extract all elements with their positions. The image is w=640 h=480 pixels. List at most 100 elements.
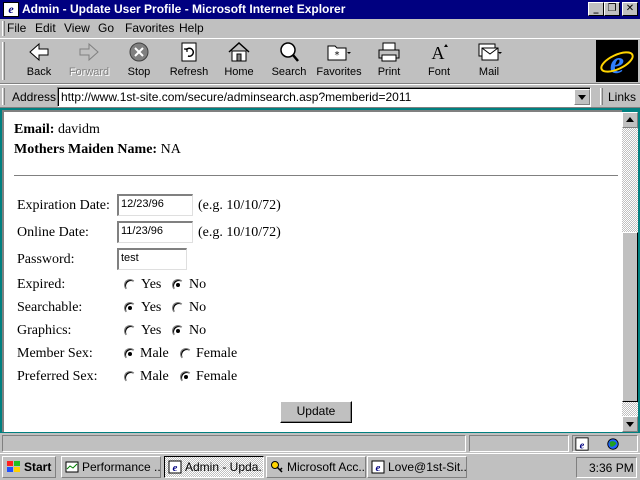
title-bar[interactable]: e Admin - Update User Profile - Microsof… [0, 0, 640, 19]
maiden-name-value: NA [160, 142, 181, 157]
expired-yes-radio[interactable] [124, 279, 136, 291]
close-button[interactable]: ✕ [622, 2, 638, 16]
printer-icon [378, 42, 400, 62]
menubar-grip[interactable] [2, 21, 5, 36]
task-love-label: Love@1st-Sit... [388, 460, 467, 474]
forward-label: Forward [68, 66, 110, 78]
task-performance[interactable]: Performance ... [61, 456, 161, 478]
maiden-line: Mothers Maiden Name: NA [14, 142, 181, 158]
task-admin-update[interactable]: e Admin - Upda... [164, 456, 264, 478]
restore-button[interactable]: ❐ [604, 2, 620, 16]
forward-button[interactable]: Forward [64, 41, 114, 81]
password-label: Password: [17, 252, 75, 267]
graphics-yes-radio[interactable] [124, 325, 136, 337]
preferred-sex-male-label: Male [140, 369, 169, 384]
favorites-label: Favorites [316, 66, 362, 78]
menu-edit[interactable]: Edit [35, 21, 56, 35]
menu-view[interactable]: View [64, 21, 90, 35]
expired-no-label: No [189, 277, 207, 292]
favorites-folder-icon: * [327, 45, 351, 61]
menu-go[interactable]: Go [98, 21, 114, 35]
menu-bar: File Edit View Go Favorites Help [0, 19, 640, 38]
divider [14, 175, 618, 177]
ie-page-icon: e [575, 437, 589, 451]
svg-text:e: e [580, 440, 585, 451]
scroll-thumb[interactable] [622, 232, 638, 402]
print-label: Print [377, 66, 401, 78]
back-arrow-icon [29, 42, 49, 62]
ie-page-icon: e [168, 460, 182, 474]
favorites-button[interactable]: * Favorites [314, 41, 364, 81]
minimize-button[interactable]: _ [588, 2, 604, 16]
stop-icon [129, 42, 149, 62]
scroll-down-button[interactable] [622, 416, 638, 432]
stop-button[interactable]: Stop [114, 41, 164, 81]
graphics-no-radio[interactable] [172, 325, 184, 337]
expired-no-radio[interactable] [172, 279, 184, 291]
online-date-input[interactable]: 11/23/96 [117, 221, 193, 243]
task-love-site[interactable]: e Love@1st-Sit... [367, 456, 467, 478]
maiden-name-label: Mothers Maiden Name: [14, 142, 158, 157]
menu-favorites[interactable]: Favorites [125, 21, 174, 35]
links-label[interactable]: Links [608, 90, 636, 104]
refresh-button[interactable]: Refresh [164, 41, 214, 81]
print-button[interactable]: Print [364, 41, 414, 81]
font-button[interactable]: A Font [414, 41, 464, 81]
access-key-icon [271, 461, 283, 473]
member-sex-label: Member Sex: [17, 346, 93, 361]
searchable-no-radio[interactable] [172, 302, 184, 314]
mail-icon [478, 43, 502, 61]
status-zone-panel: e [572, 435, 638, 452]
windows-logo-icon [7, 461, 20, 472]
refresh-label: Refresh [169, 66, 209, 78]
password-input[interactable]: test [117, 248, 187, 270]
menu-file[interactable]: File [7, 21, 26, 35]
toolbar-grip[interactable] [2, 42, 5, 80]
menu-help[interactable]: Help [179, 21, 204, 35]
searchable-yes-radio[interactable] [124, 302, 136, 314]
member-sex-female-radio[interactable] [180, 348, 192, 360]
scroll-up-button[interactable] [622, 112, 638, 128]
member-sex-male-radio[interactable] [124, 348, 136, 360]
member-sex-female-label: Female [196, 346, 238, 361]
preferred-sex-female-radio[interactable] [180, 371, 192, 383]
addressbar-grip[interactable] [2, 88, 5, 105]
svg-text:e: e [173, 462, 178, 474]
preferred-sex-label: Preferred Sex: [17, 369, 98, 384]
system-tray: 3:36 PM [576, 457, 637, 478]
vertical-scrollbar[interactable] [622, 112, 638, 432]
taskbar: Start Performance ... e Admin - Upda... … [0, 453, 640, 480]
graphics-no-label: No [189, 323, 207, 338]
online-date-hint: (e.g. 10/10/72) [198, 225, 281, 240]
mail-button[interactable]: Mail [464, 41, 514, 81]
clock[interactable]: 3:36 PM [589, 461, 634, 475]
links-grip[interactable] [600, 88, 603, 105]
graphics-label: Graphics: [17, 323, 72, 338]
update-button[interactable]: Update [280, 401, 352, 423]
home-label: Home [224, 66, 254, 78]
status-bar: e [0, 433, 640, 453]
ie-window-icon[interactable]: e [3, 2, 19, 17]
ie-page-icon: e [371, 460, 385, 474]
expiration-date-label: Expiration Date: [17, 198, 110, 213]
search-label: Search [271, 66, 307, 78]
start-button[interactable]: Start [2, 456, 56, 478]
home-button[interactable]: Home [214, 41, 264, 81]
task-performance-label: Performance ... [82, 460, 161, 474]
back-button[interactable]: Back [14, 41, 64, 81]
address-input[interactable]: http://www.1st-site.com/secure/adminsear… [57, 87, 591, 107]
page-content: Email: davidm Mothers Maiden Name: NA Ex… [2, 110, 622, 432]
address-dropdown-button[interactable] [574, 89, 590, 105]
search-icon [280, 42, 299, 62]
search-button[interactable]: Search [264, 41, 314, 81]
address-label: Address [12, 90, 57, 104]
expiration-date-input[interactable]: 12/23/96 [117, 194, 193, 216]
home-icon [228, 41, 250, 62]
preferred-sex-male-radio[interactable] [124, 371, 136, 383]
address-bar: Address http://www.1st-site.com/secure/a… [0, 84, 640, 108]
task-access-label: Microsoft Acc... [287, 460, 366, 474]
email-value: davidm [57, 122, 100, 137]
svg-text:e: e [610, 44, 624, 80]
task-microsoft-access[interactable]: Microsoft Acc... [266, 456, 366, 478]
email-label: Email: [14, 122, 55, 137]
